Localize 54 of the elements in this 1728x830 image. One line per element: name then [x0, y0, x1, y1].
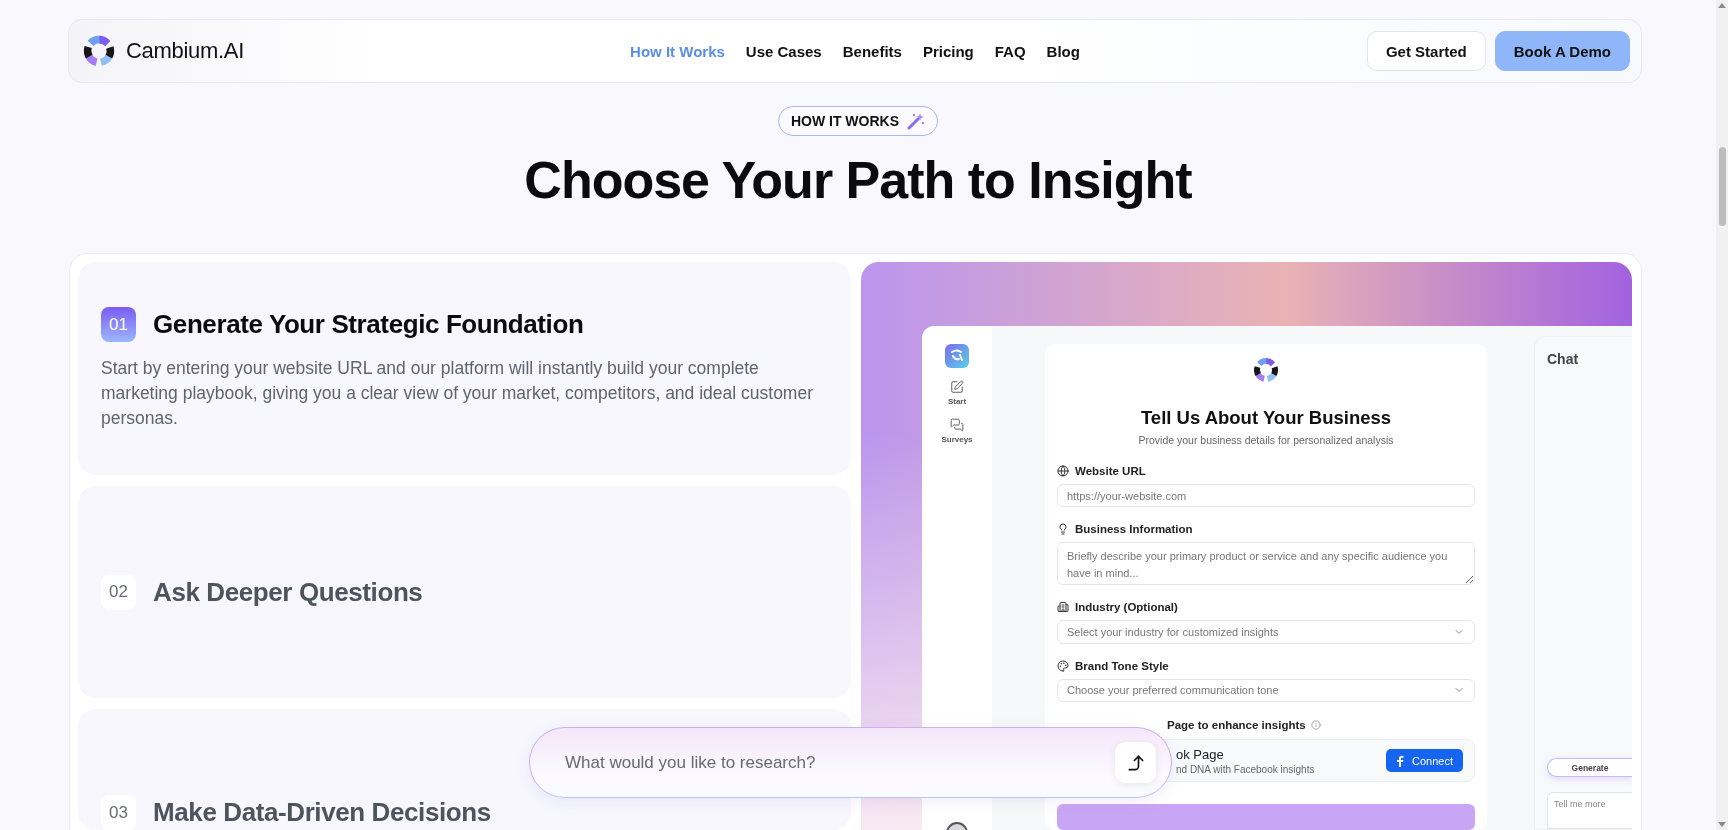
scroll-up-icon[interactable]: [1718, 2, 1726, 8]
facebook-icon: [1396, 754, 1404, 767]
lightbulb-icon: [1057, 523, 1069, 536]
step-description: Start by entering your website URL and our platform will instantly build your complete marketing playbook, giving you a clear view of your market, competitors, and ideal customer personas.: [101, 357, 814, 430]
step-title: Make Data-Driven Decisions: [153, 797, 491, 828]
scrollbar-thumb[interactable]: [1719, 147, 1726, 226]
globe-icon: [1057, 465, 1069, 477]
start-button[interactable]: Get Started: [1366, 31, 1486, 71]
generate-button[interactable]: Generate: [1547, 758, 1632, 778]
brand-name: Cambium.AI: [126, 38, 245, 64]
nav-link[interactable]: Blog: [1046, 42, 1080, 60]
step-title: Ask Deeper Questions: [153, 576, 423, 608]
input-field[interactable]: https://your-website.com: [1057, 484, 1475, 508]
nav-link[interactable]: FAQ: [994, 42, 1026, 60]
nav-link[interactable]: Pricing: [922, 42, 974, 60]
connect-button[interactable]: Connect: [1386, 749, 1463, 773]
sidebar-item[interactable]: Surveys: [941, 418, 973, 444]
palette-icon: [1057, 659, 1069, 672]
logo-icon: [1251, 355, 1281, 385]
select-field[interactable]: Choose your preferred communication tone: [1057, 678, 1475, 703]
field-label: Industry (Optional): [1075, 601, 1178, 614]
field-label: Brand Tone Style: [1075, 659, 1169, 672]
field-label: Page to enhance insights: [1167, 719, 1306, 732]
edit-icon: [950, 380, 964, 394]
scroll-down-icon[interactable]: [1718, 822, 1726, 828]
demo-button[interactable]: Book A Demo: [1494, 31, 1630, 71]
magic-wand-icon: [907, 112, 926, 130]
step-card[interactable]: [78, 262, 851, 476]
scrollbar[interactable]: [1716, 0, 1728, 830]
info-icon: [1310, 720, 1321, 731]
step-number: 03: [101, 795, 136, 830]
step-title: Generate Your Strategic Foundation: [153, 309, 584, 340]
nav-link[interactable]: Use Cases: [745, 42, 822, 60]
step-number: 02: [101, 574, 136, 610]
connect-card-subtitle: nd DNA with Facebook insights: [1176, 763, 1315, 775]
chat-title: Chat: [1547, 351, 1580, 367]
form-title: Tell Us About Your Business: [1139, 407, 1393, 429]
app-logo-icon: [945, 344, 969, 368]
sidebar-item[interactable]: Start: [947, 380, 967, 406]
select-field[interactable]: Select your industry for customized insights: [1057, 620, 1475, 644]
step-card[interactable]: 02 Ask Deeper Questions: [78, 486, 851, 698]
field-label: Website URL: [1075, 465, 1146, 477]
nav-link[interactable]: Benefits: [842, 42, 902, 60]
submit-button[interactable]: [1115, 742, 1156, 783]
chat-bubbles-icon: [950, 418, 964, 432]
text-area[interactable]: Briefly describe your primary product or service and any specific audience you have in mind...: [1057, 542, 1475, 586]
section-title: Choose Your Path to Insight: [524, 150, 1192, 210]
field-label: Business Information: [1075, 523, 1193, 536]
badge-label: HOW IT WORKS: [790, 113, 900, 129]
connect-card-title: ok Page: [1176, 746, 1225, 762]
building-icon: [1057, 601, 1069, 614]
form-subtitle: Provide your business details for personalized analysis: [1137, 434, 1395, 446]
chat-input[interactable]: Tell me more: [1547, 792, 1632, 829]
step-number: 01: [101, 307, 136, 342]
